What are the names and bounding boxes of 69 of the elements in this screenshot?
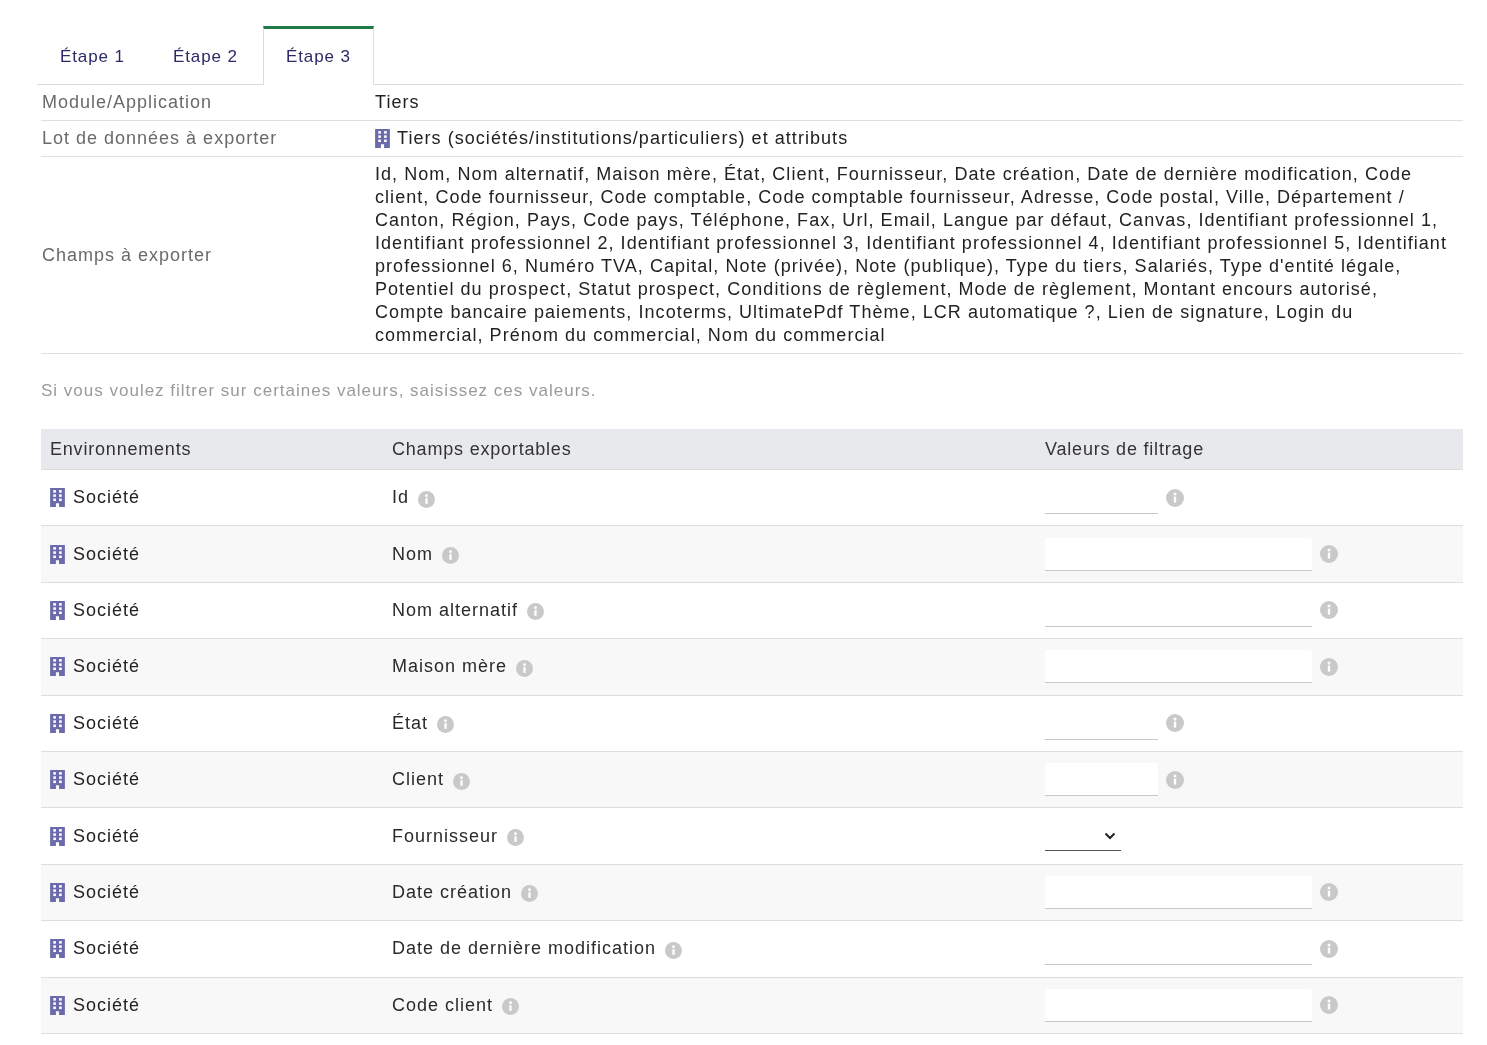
input-field[interactable]	[1045, 537, 1312, 571]
input-field[interactable]	[1045, 875, 1312, 909]
info-icon	[502, 998, 520, 1016]
environment-label: Société	[73, 769, 141, 791]
building-icon	[50, 600, 65, 620]
field-value: Tiers (sociétés/institutions/particuliers) et attributs	[397, 127, 849, 150]
field-name: Fournisseur	[392, 825, 499, 847]
step-tab[interactable]: Étape 2	[150, 26, 261, 84]
environment-label: Société	[73, 487, 141, 509]
field-name: Nom alternatif	[392, 599, 519, 621]
field-name: Nom	[392, 543, 433, 565]
environment-label: Société	[73, 938, 141, 960]
column-header: Environnements	[50, 438, 192, 459]
info-icon	[453, 772, 471, 790]
info-icon	[507, 829, 525, 847]
building-icon	[50, 544, 65, 564]
field-name: Maison mère	[392, 656, 508, 678]
info-icon	[1320, 657, 1338, 676]
environment-label: Société	[73, 656, 141, 678]
building-icon	[50, 826, 65, 846]
info-icon	[521, 885, 539, 903]
info-icon	[516, 659, 534, 677]
field-name: Client	[392, 769, 445, 791]
step-tab[interactable]: Étape 1	[37, 26, 148, 84]
field-name: Date de dernière modification	[392, 938, 657, 960]
field-name: Code client	[392, 994, 494, 1016]
environment-label: Société	[73, 599, 141, 621]
environment-label: Société	[73, 712, 141, 734]
hint-text: Si vous voulez filtrer sur certaines valeurs, saisissez ces valeurs.	[41, 381, 598, 401]
input-field[interactable]	[1045, 988, 1312, 1022]
info-icon	[1320, 883, 1338, 902]
column-header: Champs exportables	[392, 438, 572, 459]
info-icon	[527, 603, 545, 621]
info-icon	[442, 547, 459, 565]
building-icon	[50, 939, 65, 959]
field-label: Module/Application	[41, 92, 213, 112]
input-field[interactable]	[1045, 650, 1312, 684]
building-icon	[50, 713, 65, 733]
field-name: Id	[392, 487, 409, 509]
info-icon	[1320, 545, 1338, 564]
info-icon	[1320, 996, 1338, 1015]
building-icon	[50, 995, 65, 1015]
field-name: Date création	[392, 881, 513, 903]
environment-label: Société	[73, 881, 141, 903]
info-icon	[1166, 770, 1184, 789]
step-tab[interactable]: Étape 3	[263, 26, 374, 85]
column-header: Valeurs de filtrage	[1045, 438, 1204, 459]
field-label: Lot de données à exporter	[41, 128, 278, 148]
info-icon	[1166, 488, 1184, 507]
field-label: Champs à exporter	[41, 244, 213, 265]
environment-label: Société	[73, 994, 141, 1016]
field-value: Id, Nom, Nom alternatif, Maison mère, État, Client, Fournisseur, Date création, Date de dernière modification, Code client, Code fournisseur, Code comptable, Code comptable fournisseur, Adresse, Code postal, Ville, Département / Canton, Région, Pays, Code pays, Téléphone, Fax, Url, Email, Langue par défaut, Canvas, Identifiant professionnel 1, Identifiant professionnel 2, Identifiant professionnel 3, Identifiant professionnel 4, Identifiant professionnel 5, Identifiant professionnel 6, Numéro TVA, Capital, Note (privée), Note (publique), Type du tiers, Salariés, Type d'entité légale, Potentiel du prospect, Statut prospect, Conditions de règlement, Mode de règlement, Montant encours autorisé, Compte bancaire paiements, Incoterms, UltimatePdf Thème, LCR automatique ?, Lien de signature, Login du commercial, Prénom du commercial, Nom du commercial	[375, 163, 1448, 347]
chevron-down-icon	[1104, 831, 1116, 840]
building-icon	[50, 882, 65, 902]
input-field[interactable]	[1045, 763, 1158, 797]
info-icon	[1320, 939, 1338, 958]
field-name: État	[392, 712, 429, 734]
building-icon	[50, 770, 65, 790]
environment-label: Société	[73, 543, 141, 565]
environment-label: Société	[73, 825, 141, 847]
info-icon	[437, 716, 455, 734]
field-value: Tiers	[375, 91, 420, 114]
info-icon	[1320, 601, 1338, 620]
info-icon	[418, 490, 435, 508]
building-icon	[375, 129, 390, 148]
info-icon	[1166, 714, 1184, 733]
building-icon	[50, 657, 65, 677]
building-icon	[50, 488, 65, 508]
info-icon	[665, 941, 683, 959]
